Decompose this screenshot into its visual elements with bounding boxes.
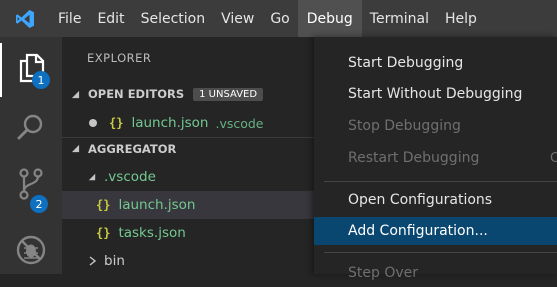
activity-bar: 1 2 (0, 37, 62, 274)
menu-restart-shortcut: C (550, 150, 557, 166)
json-file-icon: {} (109, 116, 124, 130)
menu-start-without-debugging[interactable]: Start Without Debugging (314, 80, 557, 108)
menu-stop-debugging[interactable]: Stop Debugging (314, 112, 557, 140)
explorer-badge: 1 (32, 71, 50, 89)
tree-folder-bin[interactable]: bin (62, 247, 314, 275)
tree-file-label: launch.json (118, 197, 196, 213)
menu-add-configuration[interactable]: Add Configuration... (314, 217, 557, 245)
folder-label: AGGREGATOR (88, 141, 177, 156)
menu-edit[interactable]: Edit (89, 0, 132, 37)
menu-go[interactable]: Go (262, 0, 297, 37)
json-file-icon: {} (96, 198, 111, 212)
open-editor-filename: launch.json (131, 115, 209, 131)
open-editors-header[interactable]: OPEN EDITORS 1 UNSAVED (62, 83, 314, 105)
scm-badge: 2 (30, 195, 48, 213)
menu-separator (324, 181, 557, 182)
menu-help[interactable]: Help (437, 0, 485, 37)
tree-file-label: tasks.json (118, 225, 186, 241)
menu-restart-debugging[interactable]: Restart Debugging C (314, 144, 557, 172)
menu-separator (324, 252, 557, 253)
open-editors-label: OPEN EDITORS (88, 87, 185, 101)
json-file-icon: {} (96, 226, 111, 240)
explorer-activity[interactable]: 1 (0, 43, 62, 97)
tree-folder-label: .vscode (104, 169, 156, 185)
menu-view[interactable]: View (213, 0, 262, 37)
tree-folder-vscode[interactable]: .vscode (62, 163, 314, 191)
source-control-activity[interactable]: 2 (0, 159, 62, 213)
debug-activity[interactable] (0, 225, 62, 279)
search-activity[interactable] (0, 102, 62, 156)
chevron-down-icon (71, 90, 80, 98)
tree-file-launch[interactable]: {} launch.json (62, 191, 314, 219)
menu-step-over[interactable]: Step Over (314, 259, 557, 287)
menu-debug[interactable]: Debug (297, 0, 362, 37)
menu-restart-label: Restart Debugging (348, 150, 480, 166)
unsaved-badge: 1 UNSAVED (193, 87, 264, 101)
vscode-logo-icon[interactable] (0, 0, 50, 37)
chevron-right-icon (89, 256, 96, 266)
chevron-down-icon (88, 173, 96, 181)
menu-bar: File Edit Selection View Go Debug Termin… (0, 0, 557, 37)
open-editor-item[interactable]: {} launch.json .vscode (62, 109, 314, 137)
unsaved-dot-icon[interactable] (89, 119, 97, 127)
menu-file[interactable]: File (50, 0, 89, 37)
menu-open-configurations[interactable]: Open Configurations (314, 186, 557, 214)
open-editor-folder: .vscode (215, 115, 264, 131)
debug-icon (15, 234, 47, 270)
tree-file-tasks[interactable]: {} tasks.json (62, 219, 314, 247)
sidebar-title: EXPLORER (87, 51, 152, 65)
folder-header[interactable]: AGGREGATOR (62, 137, 314, 159)
debug-menu: Start Debugging Start Without Debugging … (314, 37, 557, 281)
menu-terminal[interactable]: Terminal (362, 0, 437, 37)
menu-selection[interactable]: Selection (133, 0, 214, 37)
chevron-down-icon (71, 144, 80, 153)
explorer-sidebar: EXPLORER OPEN EDITORS 1 UNSAVED {} launc… (62, 37, 314, 274)
tree-folder-label: bin (104, 253, 125, 269)
search-icon (16, 112, 46, 146)
menu-start-debugging[interactable]: Start Debugging (314, 49, 557, 77)
